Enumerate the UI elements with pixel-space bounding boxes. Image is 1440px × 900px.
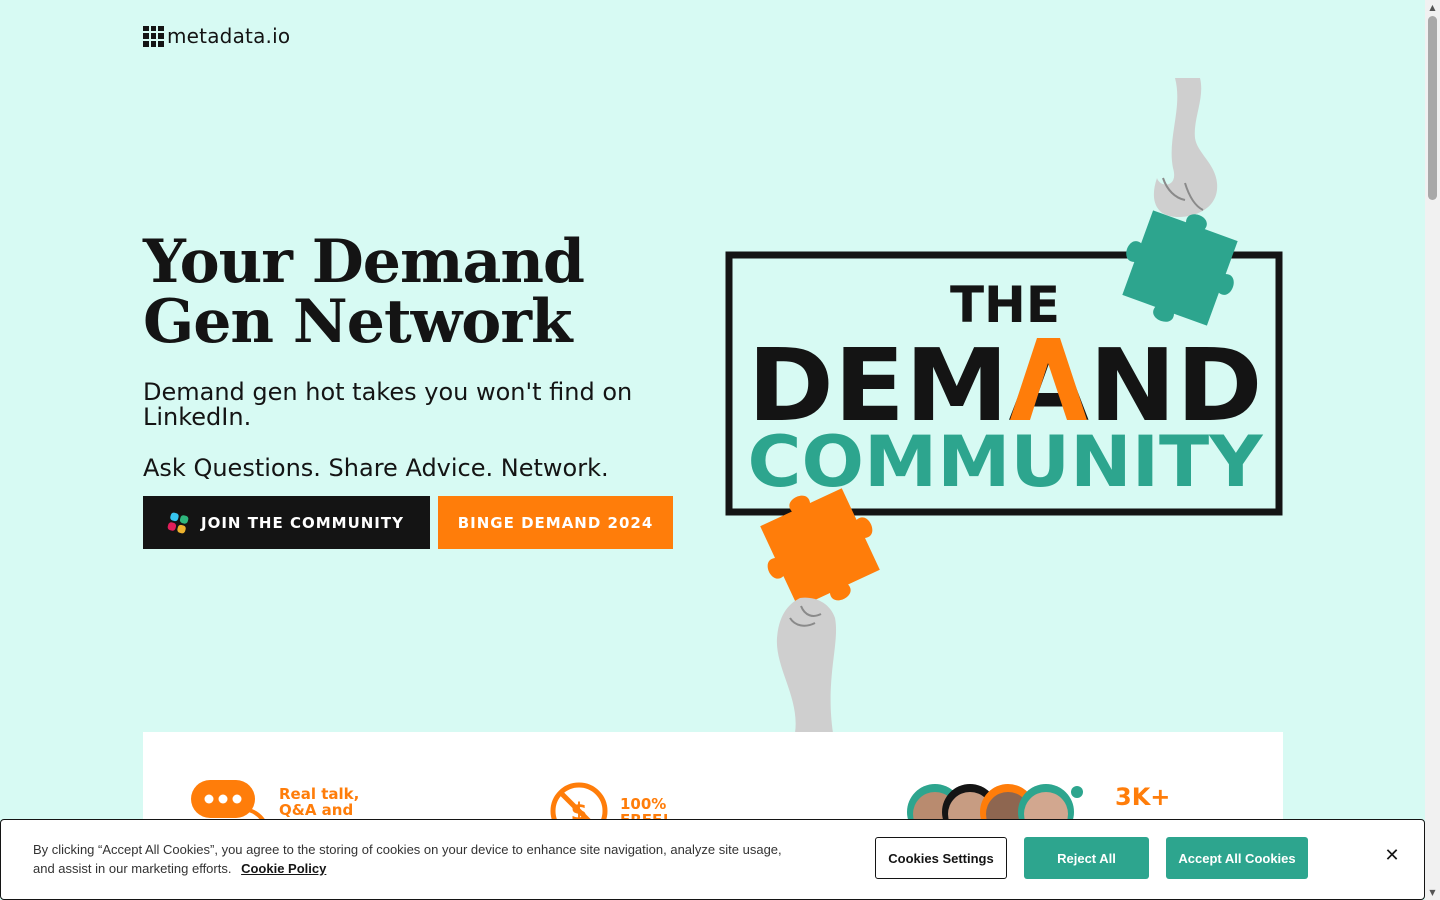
grid-logo-icon: [143, 25, 164, 47]
hero-subtitle: Demand gen hot takes you won't find on L…: [143, 378, 633, 431]
scrollbar-thumb[interactable]: [1428, 16, 1437, 200]
hero-title: Your Demand Gen Network: [143, 227, 585, 357]
graphic-the: THE: [950, 276, 1060, 334]
scroll-up-icon[interactable]: ▲: [1425, 0, 1440, 15]
cookies-settings-button[interactable]: Cookies Settings: [875, 837, 1007, 879]
accept-all-cookies-button[interactable]: Accept All Cookies: [1166, 837, 1308, 879]
close-icon[interactable]: ✕: [1382, 846, 1402, 866]
site-logo[interactable]: metadata.io: [143, 24, 290, 48]
demand-community-graphic: THE DEMAND COMMUNITY: [725, 78, 1283, 733]
reject-all-button[interactable]: Reject All: [1024, 837, 1149, 879]
logo-text: metadata.io: [167, 24, 291, 48]
feature-text: Real talk, Q&A and: [279, 785, 360, 819]
scrollbar[interactable]: ▲ ▼: [1425, 0, 1440, 900]
slack-icon: [166, 511, 190, 534]
join-button-label: JOIN THE COMMUNITY: [201, 513, 404, 532]
hero-tagline: Ask Questions. Share Advice. Network.: [143, 454, 609, 482]
join-community-button[interactable]: JOIN THE COMMUNITY: [143, 496, 430, 549]
graphic-community: COMMUNITY: [748, 421, 1264, 503]
cookie-policy-link[interactable]: Cookie Policy: [241, 861, 326, 876]
cookie-banner-text: By clicking “Accept All Cookies”, you ag…: [33, 842, 782, 876]
scroll-down-icon[interactable]: ▼: [1425, 885, 1440, 900]
binge-demand-button[interactable]: BINGE DEMAND 2024: [438, 496, 673, 549]
bottom-hand-icon: [776, 597, 837, 733]
feature-text: 3K+: [1115, 783, 1171, 811]
cookie-banner: By clicking “Accept All Cookies”, you ag…: [0, 819, 1425, 900]
top-hand-icon: [1153, 78, 1218, 218]
